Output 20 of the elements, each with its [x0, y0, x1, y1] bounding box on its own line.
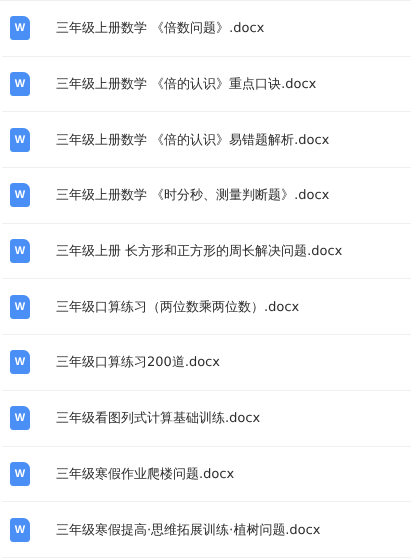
- file-name[interactable]: 三年级口算练习200道.docx: [56, 353, 220, 372]
- word-document-icon: W: [10, 462, 30, 486]
- file-name[interactable]: 三年级上册数学 《倍数问题》.docx: [56, 19, 264, 38]
- word-document-icon: W: [10, 294, 30, 319]
- word-document-icon: W: [10, 406, 30, 430]
- word-document-icon: W: [10, 128, 30, 152]
- word-document-icon: W: [10, 518, 30, 542]
- file-name[interactable]: 三年级寒假提高·思维拓展训练·植树问题.docx: [56, 520, 320, 539]
- file-name[interactable]: 三年级上册数学 《倍的认识》易错题解析.docx: [56, 130, 330, 149]
- file-name[interactable]: 三年级上册数学 《倍的认识》重点口诀.docx: [56, 75, 316, 94]
- file-name[interactable]: 三年级口算练习（两位数乘两位数）.docx: [56, 298, 300, 316]
- word-document-icon: W: [10, 239, 30, 264]
- file-name[interactable]: 三年级上册 长方形和正方形的周长解决问题.docx: [56, 242, 342, 260]
- word-document-icon: W: [10, 16, 30, 40]
- word-document-icon: W: [10, 350, 30, 374]
- file-name[interactable]: 三年级上册数学 《时分秒、测量判断题》.docx: [56, 186, 330, 204]
- word-document-icon: W: [10, 72, 30, 96]
- file-name[interactable]: 三年级看图列式计算基础训练.docx: [56, 409, 260, 428]
- file-name[interactable]: 三年级寒假作业爬楼问题.docx: [56, 464, 234, 483]
- word-document-icon: W: [10, 183, 30, 208]
